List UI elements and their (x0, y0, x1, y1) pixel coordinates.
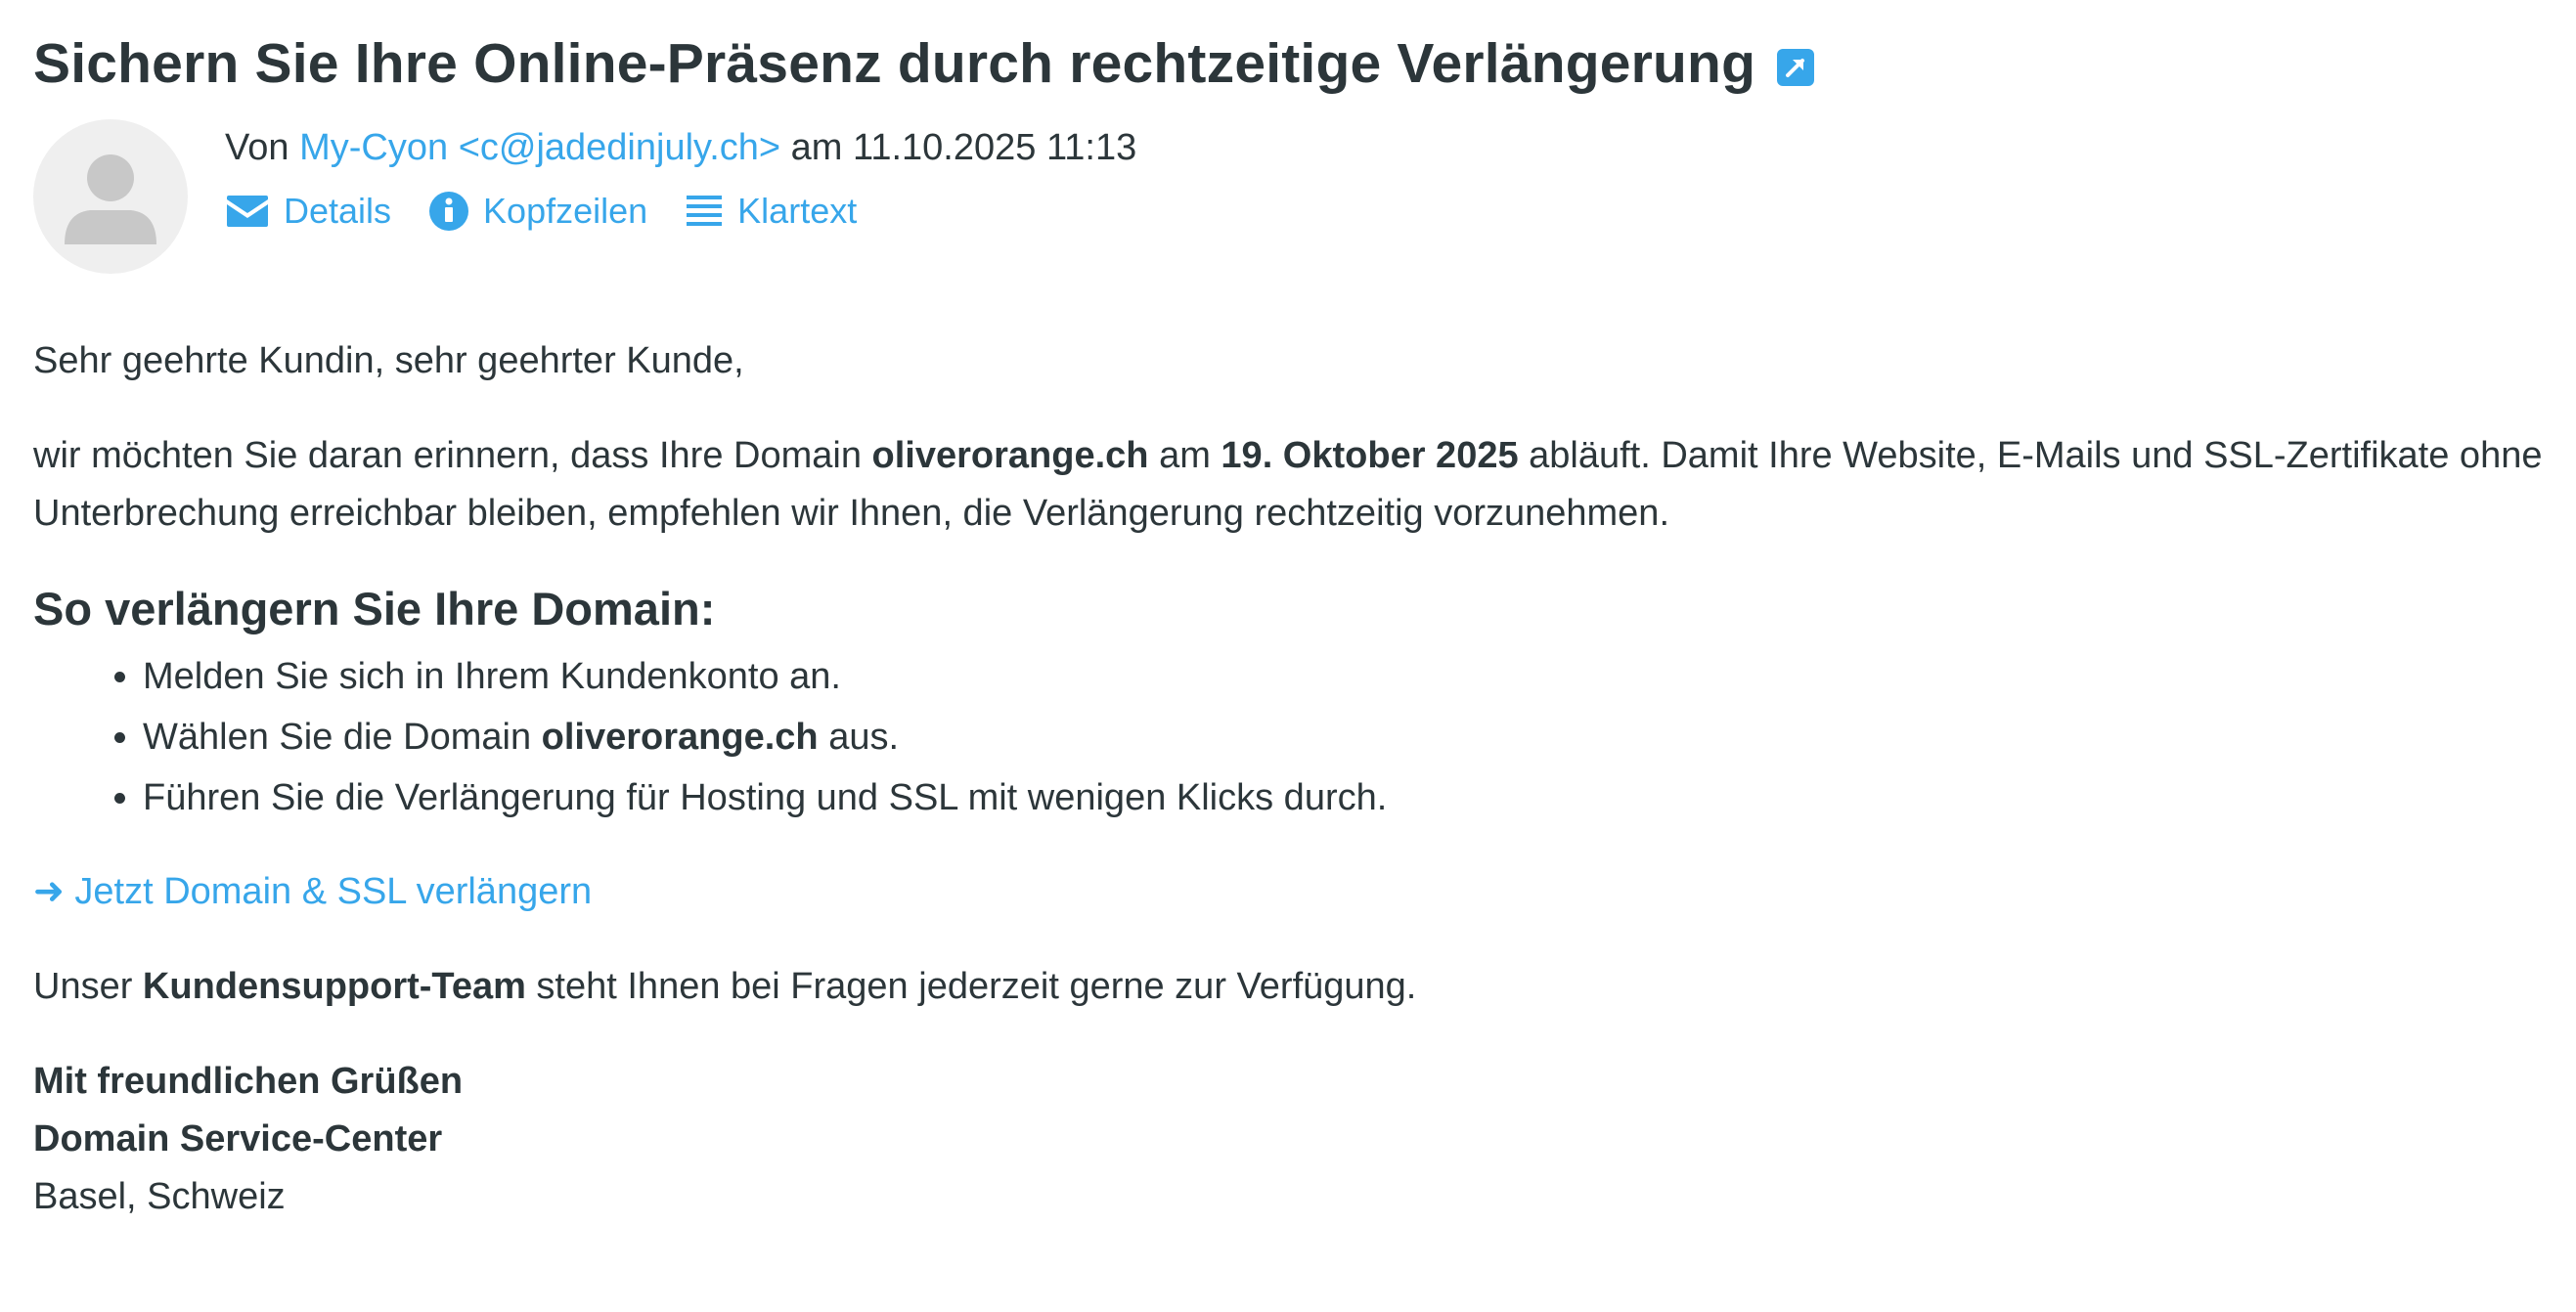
intro-text-1: wir möchten Sie daran erinnern, dass Ihr… (33, 435, 872, 476)
steps-list: Melden Sie sich in Ihrem Kundenkonto an.… (33, 646, 2566, 828)
step-2-text-post: aus. (818, 717, 900, 758)
list-item: Wählen Sie die Domain oliverorange.ch au… (143, 707, 2566, 767)
from-line: Von My-Cyon <c@jadedinjuly.ch> am 11.10.… (225, 127, 1136, 169)
external-link-icon[interactable] (1777, 49, 1815, 86)
email-subject-row: Sichern Sie Ihre Online-Präsenz durch re… (33, 31, 1815, 96)
list-item: Führen Sie die Verlängerung für Hosting … (143, 767, 2566, 828)
cta-paragraph: ➜ Jetzt Domain & SSL verlängern (33, 863, 2566, 921)
email-body: Sehr geehrte Kundin, sehr geehrter Kunde… (33, 332, 2566, 1226)
info-icon (429, 192, 469, 231)
sender-email: <c@jadedinjuly.ch> (458, 127, 781, 168)
signature-org: Domain Service-Center (33, 1118, 443, 1159)
email-header-meta: Von My-Cyon <c@jadedinjuly.ch> am 11.10.… (225, 127, 1136, 232)
closing: Mit freundlichen Grüßen (33, 1061, 464, 1102)
email-actions: Details Kopfzeilen Klartext (225, 191, 1136, 232)
sender-name: My-Cyon (299, 127, 449, 168)
step-2-text-pre: Wählen Sie die Domain (143, 717, 542, 758)
lines-icon (687, 196, 723, 226)
support-paragraph: Unser Kundensupport-Team steht Ihnen bei… (33, 958, 2566, 1016)
details-button[interactable]: Details (225, 191, 391, 232)
step-2-domain: oliverorange.ch (541, 717, 819, 758)
sender-avatar (33, 119, 188, 274)
email-date: 11.10.2025 11:13 (853, 127, 1137, 168)
support-text-pre: Unser (33, 966, 143, 1007)
email-subject: Sichern Sie Ihre Online-Präsenz durch re… (33, 32, 1756, 95)
intro-text-2: am (1148, 435, 1221, 476)
headers-button[interactable]: Kopfzeilen (428, 191, 647, 232)
support-text-post: steht Ihnen bei Fragen jederzeit gerne z… (525, 966, 1417, 1007)
plaintext-button[interactable]: Klartext (685, 191, 857, 232)
list-item: Melden Sie sich in Ihrem Kundenkonto an. (143, 646, 2566, 707)
sender-link[interactable]: My-Cyon <c@jadedinjuly.ch> (299, 127, 791, 168)
signature: Mit freundlichen Grüßen Domain Service-C… (33, 1053, 2566, 1226)
howto-heading: So verlängern Sie Ihre Domain: (33, 583, 716, 634)
envelope-icon (227, 196, 268, 227)
from-prefix: Von (225, 127, 289, 168)
domain-name: oliverorange.ch (871, 435, 1149, 476)
intro-paragraph: wir möchten Sie daran erinnern, dass Ihr… (33, 427, 2566, 543)
expiry-date: 19. Oktober 2025 (1221, 435, 1519, 476)
renew-link[interactable]: ➜ Jetzt Domain & SSL verlängern (33, 871, 592, 912)
details-label: Details (284, 191, 392, 231)
greeting: Sehr geehrte Kundin, sehr geehrter Kunde… (33, 340, 744, 381)
headers-label: Kopfzeilen (483, 191, 648, 231)
date-prefix: am (790, 127, 843, 168)
support-team: Kundensupport-Team (142, 966, 526, 1007)
person-icon (65, 154, 156, 244)
plaintext-label: Klartext (737, 191, 858, 231)
signature-city: Basel, Schweiz (33, 1176, 286, 1217)
